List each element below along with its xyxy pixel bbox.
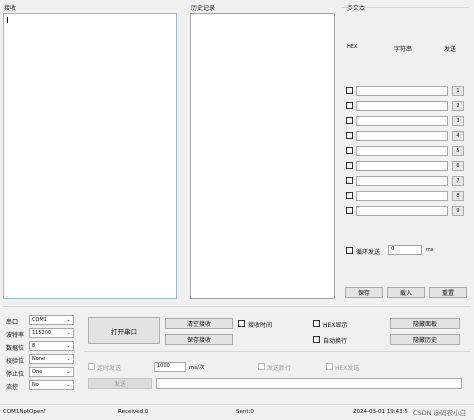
multi-row-send-button[interactable]: 3 (452, 116, 464, 126)
multi-row-hex-checkbox[interactable] (346, 87, 353, 94)
auto-wrap-checkbox[interactable] (313, 336, 320, 343)
databits-value: 8 (32, 343, 36, 349)
chevron-down-icon: ⌄ (66, 369, 71, 375)
received-count: Received:0 (118, 409, 149, 415)
parity-select[interactable]: None ⌄ (29, 354, 74, 364)
hex-display-label: HEX显示 (323, 322, 348, 329)
receive-time-checkbox[interactable] (238, 320, 245, 327)
watermark: CSDN @码农小白 (413, 409, 467, 417)
send-button[interactable]: 发送 (88, 378, 152, 389)
chevron-down-icon: ⌄ (66, 343, 71, 349)
multi-row-send-button[interactable]: 4 (452, 131, 464, 141)
datetime-status: 2024-03-01 19:43:5 (353, 409, 408, 415)
baud-select[interactable]: 115200 ⌄ (29, 328, 74, 338)
history-title: 历史记录 (191, 5, 216, 12)
hex-send-label: HEX发送 (335, 365, 360, 372)
parity-label: 校验位 (6, 358, 25, 365)
multi-row-send-button[interactable]: 1 (452, 86, 464, 96)
multi-row-text-input[interactable] (356, 206, 448, 216)
receive-textarea[interactable] (3, 13, 177, 299)
multi-row-text-input[interactable] (356, 146, 448, 156)
multi-row-send-button[interactable]: 7 (452, 176, 464, 186)
auto-wrap-label: 自动换行 (323, 338, 348, 345)
hex-send-checkbox[interactable] (326, 363, 333, 370)
chevron-down-icon: ⌄ (66, 330, 71, 336)
multi-row-text-input[interactable] (356, 176, 448, 186)
send-newline-checkbox[interactable] (258, 363, 265, 370)
stopbits-label: 停止位 (6, 371, 25, 378)
save-multi-button[interactable]: 保存 (345, 287, 383, 298)
port-value: COM1 (32, 317, 47, 323)
multi-row-text-input[interactable] (356, 191, 448, 201)
baud-value: 115200 (32, 330, 52, 336)
port-label: 串口 (6, 319, 19, 326)
receive-title: 接收 (4, 5, 17, 12)
flow-select[interactable]: No ⌄ (29, 380, 74, 390)
text-caret (7, 17, 8, 23)
multi-row-send-button[interactable]: 2 (452, 101, 464, 111)
multi-row-send-button[interactable]: 8 (452, 191, 464, 201)
chevron-down-icon: ⌄ (66, 356, 71, 362)
hide-panel-button[interactable]: 隐藏面板 (390, 318, 460, 329)
loop-send-checkbox[interactable] (346, 247, 353, 254)
baud-label: 波特率 (6, 332, 25, 339)
timed-interval-input[interactable]: 1000 (154, 362, 186, 372)
timed-send-label: 定时发送 (97, 365, 122, 372)
flow-value: No (32, 382, 39, 388)
loop-interval-input[interactable]: 0 (388, 245, 422, 255)
multi-hdr-hex: HEX (347, 44, 358, 50)
multi-row-hex-checkbox[interactable] (346, 162, 353, 169)
port-status: COM1NotOpen! (3, 409, 46, 415)
multi-row-hex-checkbox[interactable] (346, 117, 353, 124)
stopbits-select[interactable]: One ⌄ (29, 367, 74, 377)
timed-send-checkbox[interactable] (88, 363, 95, 370)
flow-label: 流控 (6, 384, 19, 391)
multi-row-hex-checkbox[interactable] (346, 177, 353, 184)
send-divider (84, 351, 471, 352)
interval-unit-label: ms/次 (189, 365, 205, 371)
databits-label: 数据位 (6, 345, 25, 352)
port-select[interactable]: COM1 ⌄ (29, 315, 74, 325)
reset-multi-button[interactable]: 重置 (429, 287, 467, 298)
multi-row-hex-checkbox[interactable] (346, 147, 353, 154)
receive-time-label: 接收时间 (248, 322, 273, 329)
multi-row-text-input[interactable] (356, 86, 448, 96)
multi-row-text-input[interactable] (356, 101, 448, 111)
sent-count: Sent:0 (236, 409, 254, 415)
hex-display-checkbox[interactable] (313, 320, 320, 327)
load-multi-button[interactable]: 载入 (387, 287, 425, 298)
multi-row-send-button[interactable]: 9 (452, 206, 464, 216)
multi-row-send-button[interactable]: 5 (452, 146, 464, 156)
send-newline-label: 发送新行 (267, 365, 292, 372)
multi-text-group-border (341, 7, 469, 8)
multi-row-hex-checkbox[interactable] (346, 192, 353, 199)
multi-row-hex-checkbox[interactable] (346, 132, 353, 139)
send-input[interactable] (156, 378, 462, 389)
stopbits-value: One (32, 369, 43, 375)
multi-row-hex-checkbox[interactable] (346, 207, 353, 214)
save-receive-button[interactable]: 保存接收 (165, 334, 233, 345)
multi-hdr-send: 发送 (444, 46, 457, 53)
loop-unit-label: ms (426, 247, 434, 253)
loop-send-label: 循环发送 (356, 249, 381, 256)
multi-row-send-button[interactable]: 6 (452, 161, 464, 171)
hide-history-button[interactable]: 隐藏历史 (390, 334, 460, 345)
databits-select[interactable]: 8 ⌄ (29, 341, 74, 351)
multi-row-hex-checkbox[interactable] (346, 102, 353, 109)
multi-hdr-string: 字符串 (394, 46, 413, 53)
multi-row-text-input[interactable] (356, 131, 448, 141)
chevron-down-icon: ⌄ (66, 382, 71, 388)
parity-value: None (32, 356, 46, 362)
multi-row-text-input[interactable] (356, 116, 448, 126)
history-textarea[interactable] (190, 13, 335, 299)
multi-row-text-input[interactable] (356, 161, 448, 171)
bottom-divider (3, 306, 471, 307)
status-divider (0, 404, 474, 405)
open-port-button[interactable]: 打开串口 (88, 317, 160, 344)
clear-receive-button[interactable]: 清空接收 (165, 318, 233, 329)
chevron-down-icon: ⌄ (66, 317, 71, 323)
